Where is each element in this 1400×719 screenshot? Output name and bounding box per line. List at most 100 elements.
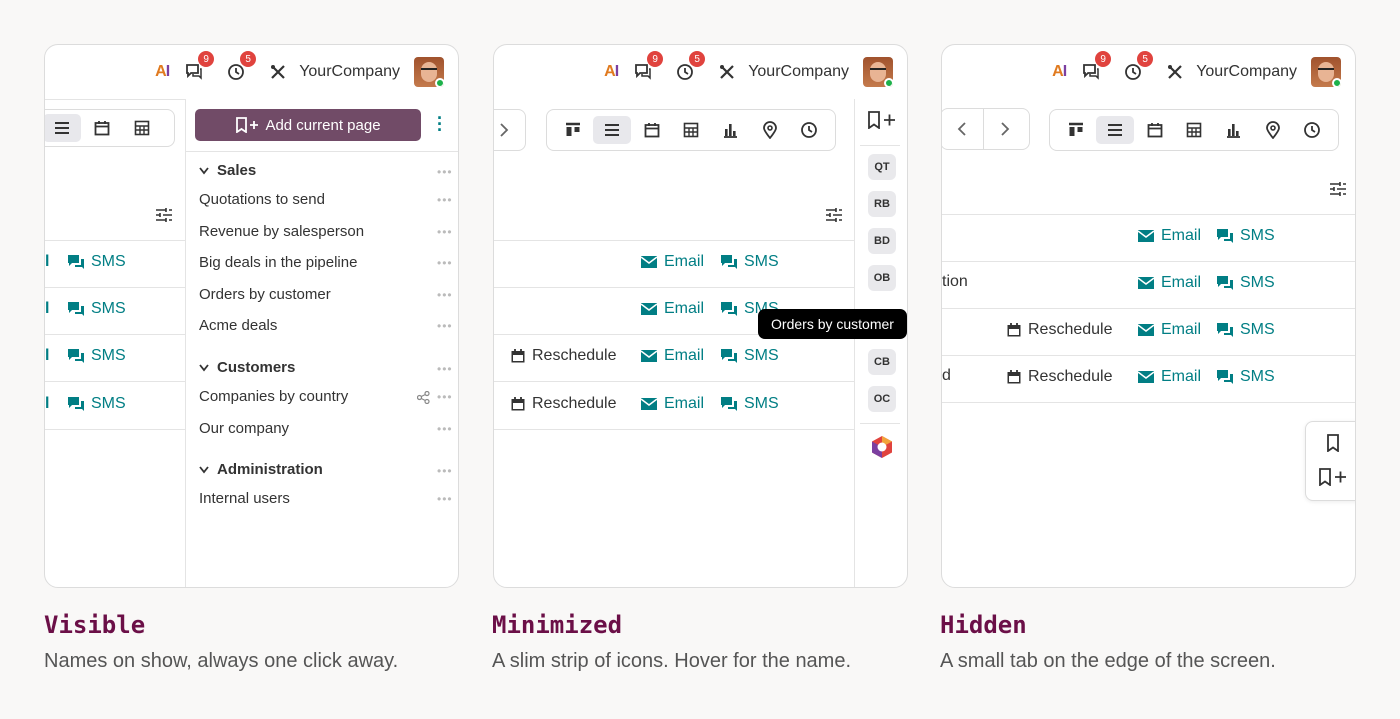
sms-button[interactable]: SMS [720, 395, 779, 413]
ai-icon[interactable]: AI [155, 63, 170, 81]
avatar[interactable] [1311, 57, 1341, 87]
calendar-view-icon[interactable] [1136, 116, 1173, 144]
kanban-view-icon[interactable] [554, 116, 591, 144]
sidebar-item[interactable]: Big deals in the pipeline [199, 254, 357, 271]
strip-chip[interactable]: BD [868, 228, 896, 254]
sms-button[interactable]: SMS [67, 300, 126, 318]
strip-chip[interactable]: QT [868, 154, 896, 180]
calendar-view-icon[interactable] [633, 116, 670, 144]
more-icon[interactable]: ••• [437, 319, 453, 333]
email-button[interactable]: Email [1137, 274, 1201, 292]
tools-icon[interactable] [267, 61, 289, 83]
ai-icon[interactable]: AI [604, 63, 619, 81]
more-icon[interactable]: ••• [437, 225, 453, 239]
sms-button[interactable]: SMS [720, 347, 779, 365]
reschedule-button[interactable]: Reschedule [1006, 321, 1113, 339]
sidebar-item[interactable]: Revenue by salesperson [199, 223, 364, 240]
email-button[interactable]: Email [640, 347, 704, 365]
odoo-logo-icon[interactable] [870, 435, 894, 464]
company-switcher[interactable]: YourCompany [1196, 63, 1297, 81]
sidebar-item[interactable]: Companies by country [199, 388, 348, 405]
email-button[interactable]: Email [1137, 227, 1201, 245]
filter-settings-icon[interactable] [825, 207, 843, 228]
sms-button[interactable]: SMS [1216, 368, 1275, 386]
sms-button[interactable]: SMS [67, 347, 126, 365]
previous-icon[interactable] [942, 109, 983, 149]
more-icon[interactable]: ••• [437, 492, 453, 506]
sms-button[interactable]: SMS [1216, 274, 1275, 292]
tools-icon[interactable] [716, 61, 738, 83]
activity-view-icon[interactable] [791, 116, 828, 144]
avatar[interactable] [863, 57, 893, 87]
email-button[interactable]: Email [1137, 321, 1201, 339]
avatar[interactable] [414, 57, 444, 87]
sms-button[interactable]: SMS [1216, 227, 1275, 245]
activity-view-icon[interactable] [1294, 116, 1331, 144]
email-button[interactable]: Email [640, 300, 704, 318]
sidebar-item[interactable]: Acme deals [199, 317, 277, 334]
sidebar-menu-kebab[interactable]: · · · [437, 109, 443, 139]
calendar-view-icon[interactable] [83, 114, 121, 142]
more-icon[interactable]: ••• [437, 165, 453, 179]
sms-button[interactable]: SMS [1216, 321, 1275, 339]
filter-settings-icon[interactable] [155, 207, 173, 228]
company-switcher[interactable]: YourCompany [299, 63, 400, 81]
graph-view-icon[interactable] [712, 116, 749, 144]
email-button[interactable]: Email [640, 395, 704, 413]
pivot-view-icon[interactable] [1175, 116, 1212, 144]
reschedule-button[interactable]: Reschedule [510, 347, 617, 365]
sidebar-group-administration[interactable]: Administration [199, 461, 323, 478]
next-icon[interactable] [983, 109, 1025, 149]
more-icon[interactable]: ••• [437, 422, 453, 436]
bookmark-icon[interactable] [1326, 434, 1340, 457]
company-switcher[interactable]: YourCompany [748, 63, 849, 81]
kanban-view-icon[interactable] [1057, 116, 1094, 144]
clock-icon[interactable]: 5 [225, 51, 257, 83]
list-view-icon[interactable] [593, 116, 631, 144]
share-icon[interactable] [416, 390, 430, 409]
tools-icon[interactable] [1164, 61, 1186, 83]
list-view-icon[interactable] [45, 114, 81, 142]
pivot-view-icon[interactable] [672, 116, 709, 144]
clock-icon[interactable]: 5 [1122, 51, 1154, 83]
reschedule-button[interactable]: Reschedule [510, 395, 617, 413]
sms-button[interactable]: SMS [720, 253, 779, 271]
email-button[interactable]: Email [640, 253, 704, 271]
add-current-page-button[interactable]: Add current page [195, 109, 421, 141]
bookmark-add-icon[interactable] [1318, 468, 1348, 491]
chat-icon[interactable]: 9 [183, 51, 215, 83]
bookmark-add-icon[interactable] [867, 111, 897, 134]
more-icon[interactable]: ••• [437, 362, 453, 376]
more-icon[interactable]: ••• [437, 193, 453, 207]
more-icon[interactable]: ••• [437, 256, 453, 270]
strip-chip[interactable]: OB [868, 265, 896, 291]
list-view-icon[interactable] [1096, 116, 1134, 144]
chat-icon[interactable]: 9 [632, 51, 664, 83]
filter-settings-icon[interactable] [1329, 181, 1347, 202]
sidebar-item[interactable]: Internal users [199, 490, 290, 507]
next-icon[interactable] [494, 110, 525, 150]
sms-button[interactable]: SMS [67, 395, 126, 413]
reschedule-button[interactable]: Reschedule [1006, 368, 1113, 386]
sidebar-group-sales[interactable]: Sales [199, 162, 256, 179]
map-view-icon[interactable] [751, 116, 788, 144]
pivot-view-icon[interactable] [123, 114, 161, 142]
chat-icon[interactable]: 9 [1080, 51, 1112, 83]
sidebar-item[interactable]: Quotations to send [199, 191, 325, 208]
graph-view-icon[interactable] [1215, 116, 1252, 144]
sidebar-item[interactable]: Our company [199, 420, 289, 437]
more-icon[interactable]: ••• [437, 390, 453, 404]
hidden-edge-tab[interactable] [1305, 421, 1355, 501]
strip-chip[interactable]: OC [868, 386, 896, 412]
more-icon[interactable]: ••• [437, 288, 453, 302]
sms-button[interactable]: SMS [67, 253, 126, 271]
more-icon[interactable]: ••• [437, 464, 453, 478]
sidebar-item[interactable]: Orders by customer [199, 286, 331, 303]
map-view-icon[interactable] [1254, 116, 1291, 144]
strip-chip[interactable]: RB [868, 191, 896, 217]
sidebar-group-customers[interactable]: Customers [199, 359, 295, 376]
email-button[interactable]: Email [1137, 368, 1201, 386]
strip-chip[interactable]: CB [868, 349, 896, 375]
ai-icon[interactable]: AI [1052, 63, 1067, 81]
clock-icon[interactable]: 5 [674, 51, 706, 83]
